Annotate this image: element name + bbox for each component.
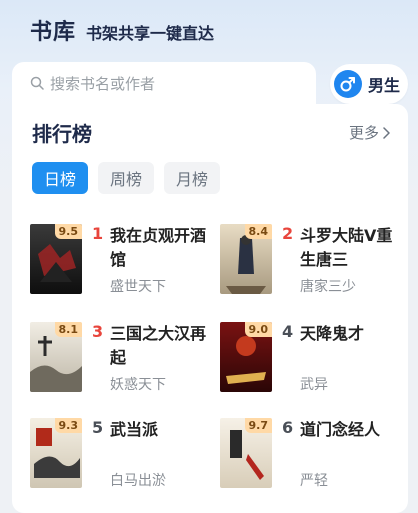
- book-cover: 8.1: [30, 322, 82, 392]
- book-title: 斗罗大陆V重生唐三: [300, 226, 393, 269]
- search-placeholder: 搜索书名或作者: [50, 74, 156, 93]
- search-input[interactable]: 搜索书名或作者: [12, 62, 316, 104]
- score-badge: 9.5: [54, 224, 82, 239]
- tab-monthly[interactable]: 月榜: [164, 162, 220, 194]
- rank-number: 3: [92, 322, 104, 341]
- book-item[interactable]: 9.0 4 天降鬼才 武异: [220, 322, 410, 402]
- score-badge: 8.4: [244, 224, 272, 239]
- rank-number: 2: [282, 224, 294, 243]
- tab-daily[interactable]: 日榜: [32, 162, 88, 194]
- rank-number: 1: [92, 224, 104, 243]
- book-cover: 8.4: [220, 224, 272, 294]
- book-author: 武异: [300, 377, 328, 393]
- header-slogan: 书架共享一键直达: [86, 24, 215, 43]
- book-cover: 9.0: [220, 322, 272, 392]
- gender-label: 男生: [368, 76, 401, 95]
- chevron-right-icon: [383, 126, 390, 139]
- book-item[interactable]: 9.5 1 我在贞观开酒馆 盛世天下: [30, 224, 220, 304]
- book-item[interactable]: 8.1 3 三国之大汉再起 妖惑天下: [30, 322, 220, 402]
- book-author: 唐家三少: [300, 279, 356, 295]
- ranking-panel: 排行榜 更多 日榜 周榜 月榜 9.5 1 我在贞观开酒馆 盛世天下 8.4 2…: [12, 104, 408, 513]
- book-author: 盛世天下: [110, 279, 166, 295]
- score-badge: 9.0: [244, 322, 272, 337]
- book-title: 武当派: [110, 420, 159, 439]
- tab-weekly[interactable]: 周榜: [98, 162, 154, 194]
- page-title: 书库: [30, 20, 77, 45]
- more-link[interactable]: 更多: [349, 122, 390, 143]
- header: 书库 书架共享一键直达: [30, 14, 214, 46]
- book-title: 道门念经人: [300, 420, 381, 439]
- book-item[interactable]: 9.7 6 道门念经人 严轻: [220, 418, 410, 498]
- more-label: 更多: [348, 124, 379, 142]
- book-cover: 9.7: [220, 418, 272, 488]
- score-badge: 8.1: [54, 322, 82, 337]
- gender-switch-button[interactable]: 男生: [330, 64, 408, 104]
- rank-number: 5: [92, 418, 104, 437]
- top-bar: 搜索书名或作者 男生: [12, 62, 408, 104]
- book-title: 三国之大汉再起: [110, 324, 207, 367]
- book-author: 妖惑天下: [110, 377, 166, 393]
- ranking-tabs: 日榜 周榜 月榜: [32, 162, 220, 194]
- rank-number: 4: [282, 322, 294, 341]
- book-cover: 9.3: [30, 418, 82, 488]
- book-title: 我在贞观开酒馆: [110, 226, 207, 269]
- book-item[interactable]: 8.4 2 斗罗大陆V重生唐三 唐家三少: [220, 224, 410, 304]
- male-icon: [334, 70, 362, 98]
- score-badge: 9.3: [54, 418, 82, 433]
- book-author: 严轻: [300, 473, 328, 489]
- book-cover: 9.5: [30, 224, 82, 294]
- book-author: 白马出淤: [110, 473, 166, 489]
- score-badge: 9.7: [244, 418, 272, 433]
- search-icon: [30, 76, 44, 90]
- book-item[interactable]: 9.3 5 武当派 白马出淤: [30, 418, 220, 498]
- book-title: 天降鬼才: [300, 324, 365, 343]
- rank-number: 6: [282, 418, 294, 437]
- ranking-title: 排行榜: [32, 122, 92, 146]
